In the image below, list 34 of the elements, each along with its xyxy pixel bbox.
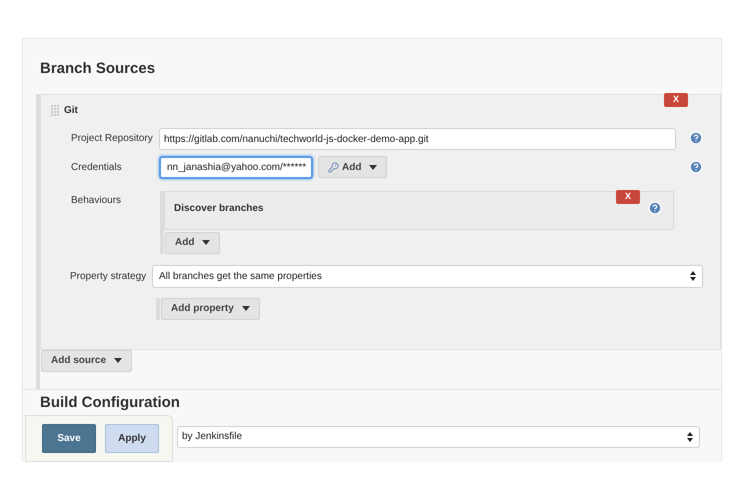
caret-icon bbox=[242, 306, 250, 311]
field-label: Property strategy bbox=[70, 270, 148, 284]
field-label: Project Repository bbox=[71, 132, 154, 146]
field-label: Behaviours bbox=[71, 194, 122, 208]
key-icon bbox=[328, 162, 339, 172]
select-value: nn_janashia@yahoo.com/****** bbox=[167, 160, 306, 174]
section-title: Branch Sources bbox=[40, 59, 156, 79]
select-arrows-icon bbox=[690, 271, 696, 281]
apply-button[interactable]: Apply bbox=[105, 424, 159, 453]
help-icon[interactable] bbox=[689, 160, 703, 174]
delete-button[interactable]: X bbox=[616, 190, 640, 204]
select-value: by Jenkinsfile bbox=[182, 430, 242, 444]
help-icon[interactable] bbox=[689, 131, 703, 145]
add-credentials-button[interactable]: Add bbox=[318, 156, 388, 178]
add-property-button[interactable]: Add property bbox=[161, 298, 260, 320]
delete-button[interactable]: X bbox=[664, 92, 688, 106]
behaviour-title: Discover branches bbox=[174, 202, 264, 216]
repository-input[interactable]: https://gitlab.com/nanuchi/techworld-js-docker-demo-app.git bbox=[159, 128, 676, 150]
property-strategy-select[interactable]: All branches get the same properties bbox=[152, 264, 703, 288]
caret-icon bbox=[202, 240, 210, 245]
credentials-select[interactable]: nn_janashia@yahoo.com/****** bbox=[159, 156, 313, 178]
add-source-button[interactable]: Add source bbox=[41, 350, 132, 372]
select-value: All branches get the same properties bbox=[159, 270, 322, 284]
select-arrows-icon bbox=[687, 432, 693, 442]
field-label: Credentials bbox=[71, 160, 123, 174]
save-button[interactable]: Save bbox=[42, 424, 96, 453]
drag-handle-icon[interactable] bbox=[51, 104, 59, 116]
help-icon[interactable] bbox=[648, 200, 662, 214]
caret-icon bbox=[114, 358, 122, 363]
add-behaviour-button[interactable]: Add bbox=[165, 232, 220, 254]
caret-icon bbox=[369, 164, 378, 170]
build-mode-select[interactable]: by Jenkinsfile bbox=[177, 426, 700, 448]
source-title: Git bbox=[64, 104, 78, 118]
section-title: Build Configuration bbox=[40, 394, 180, 412]
